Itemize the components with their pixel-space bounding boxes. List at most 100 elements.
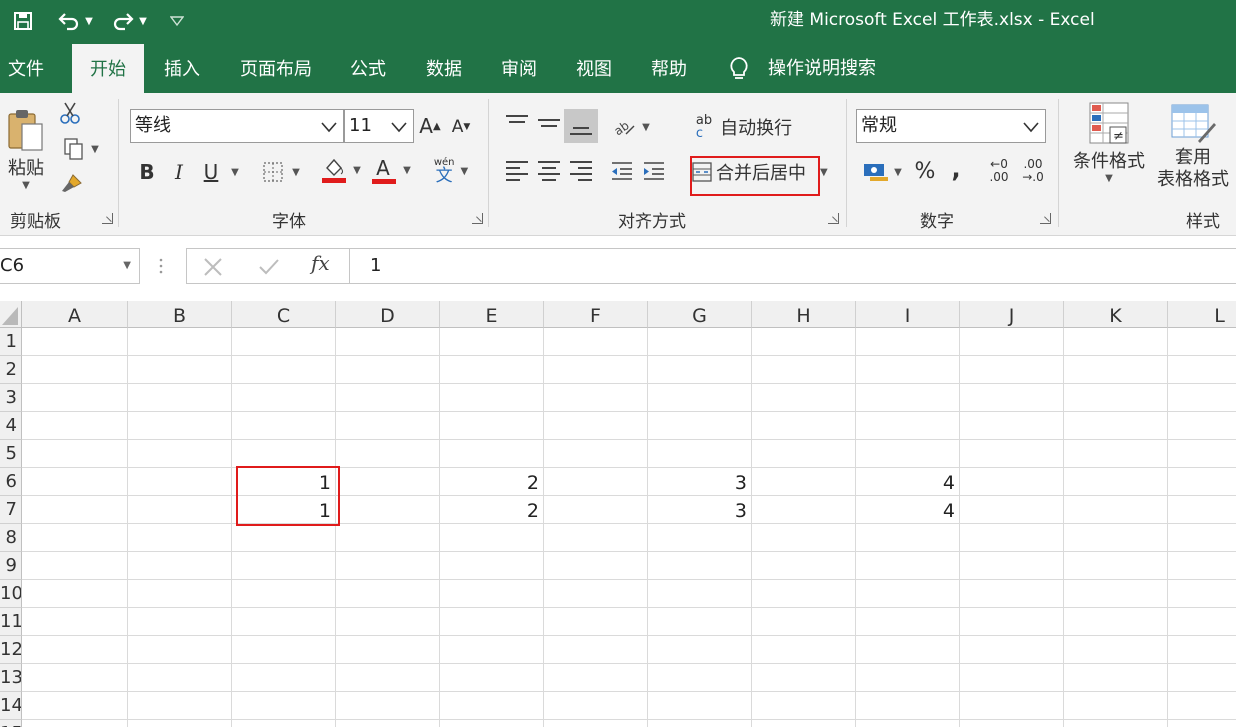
wrap-text-button[interactable]: ab c 自动换行	[688, 111, 800, 143]
column-header-d[interactable]: D	[336, 301, 440, 328]
insert-function-icon[interactable]: fx	[311, 251, 330, 275]
cancel-icon[interactable]	[201, 255, 225, 279]
tab-insert[interactable]: 插入	[164, 44, 200, 93]
tab-page-layout[interactable]: 页面布局	[240, 44, 312, 93]
group-divider	[488, 99, 489, 227]
cell-e6[interactable]: 2	[440, 468, 544, 496]
customize-quick-access-icon[interactable]	[166, 8, 188, 34]
column-header-b[interactable]: B	[128, 301, 232, 328]
column-header-e[interactable]: E	[440, 301, 544, 328]
column-header-i[interactable]: I	[856, 301, 960, 328]
cell-i7[interactable]: 4	[856, 496, 960, 524]
worksheet-grid[interactable]: A B C D E F G H I J K L 1 2 3 4 5 6 7 8 …	[0, 301, 1236, 727]
column-header-g[interactable]: G	[648, 301, 752, 328]
row-header[interactable]: 1	[0, 328, 22, 356]
cut-button[interactable]	[58, 99, 82, 127]
cell-g7[interactable]: 3	[648, 496, 752, 524]
font-size-dropdown[interactable]: 11	[344, 109, 414, 143]
comma-style-button[interactable]: ,	[946, 153, 966, 185]
select-all-button[interactable]	[0, 301, 22, 328]
cell-g6[interactable]: 3	[648, 468, 752, 496]
tab-data[interactable]: 数据	[426, 44, 462, 93]
tell-me-search[interactable]: 操作说明搜索	[728, 44, 876, 93]
row-header[interactable]: 8	[0, 524, 22, 552]
row-header[interactable]: 3	[0, 384, 22, 412]
orientation-button[interactable]: ab ▼	[608, 113, 654, 141]
column-header-a[interactable]: A	[22, 301, 128, 328]
row-header[interactable]: 15	[0, 720, 22, 727]
gridline	[439, 328, 440, 727]
row-header[interactable]: 11	[0, 608, 22, 636]
formula-input[interactable]: 1	[350, 248, 1236, 284]
column-header-c[interactable]: C	[232, 301, 336, 328]
borders-button[interactable]: ▼	[258, 157, 304, 187]
bold-button[interactable]: B	[136, 157, 158, 187]
decrease-decimal-button[interactable]: .00 →.0	[1016, 155, 1050, 187]
alignment-launcher-icon[interactable]	[828, 213, 839, 224]
number-launcher-icon[interactable]	[1040, 213, 1051, 224]
increase-indent-button[interactable]	[640, 157, 668, 185]
cell-e7[interactable]: 2	[440, 496, 544, 524]
row-header[interactable]: 14	[0, 692, 22, 720]
column-header-l[interactable]: L	[1168, 301, 1236, 328]
copy-button[interactable]: ▼	[58, 135, 104, 163]
name-box[interactable]: C6 ▼	[0, 248, 140, 284]
tab-home[interactable]: 开始	[72, 44, 144, 93]
tab-help[interactable]: 帮助	[651, 44, 687, 93]
tab-formulas[interactable]: 公式	[350, 44, 386, 93]
redo-button[interactable]: ▼	[106, 8, 152, 34]
undo-button[interactable]: ▼	[52, 8, 98, 34]
formula-bar-splitter[interactable]	[158, 254, 164, 278]
tab-file[interactable]: 文件	[8, 44, 44, 93]
decrease-indent-button[interactable]	[608, 157, 636, 185]
align-center-icon[interactable]	[538, 161, 560, 185]
row-header[interactable]: 9	[0, 552, 22, 580]
phonetic-guide-button[interactable]: wén 文 ▼	[428, 155, 474, 187]
percent-style-button[interactable]: %	[912, 155, 938, 187]
gridline	[335, 328, 336, 727]
middle-align-icon[interactable]	[538, 119, 560, 131]
align-left-icon[interactable]	[506, 161, 528, 185]
decrease-font-size-button[interactable]: A ▼	[450, 113, 472, 141]
bottom-align-button[interactable]	[564, 109, 598, 143]
increase-font-size-button[interactable]: A ▲	[418, 111, 442, 141]
column-header-h[interactable]: H	[752, 301, 856, 328]
row-header[interactable]: 10	[0, 580, 22, 608]
font-launcher-icon[interactable]	[472, 213, 483, 224]
row-header[interactable]: 5	[0, 440, 22, 468]
align-right-icon[interactable]	[570, 161, 592, 185]
save-icon[interactable]	[10, 8, 36, 34]
column-header-f[interactable]: F	[544, 301, 648, 328]
cell-i6[interactable]: 4	[856, 468, 960, 496]
format-painter-button[interactable]	[58, 169, 86, 197]
chevron-down-icon	[321, 122, 337, 133]
tab-view[interactable]: 视图	[576, 44, 612, 93]
paste-button[interactable]: 粘贴 ▼	[4, 101, 48, 197]
row-header[interactable]: 4	[0, 412, 22, 440]
formula-bar: C6 ▼ fx 1	[0, 236, 1236, 301]
column-header-j[interactable]: J	[960, 301, 1064, 328]
font-name-dropdown[interactable]: 等线	[130, 109, 344, 143]
underline-dropdown[interactable]: ▼	[228, 157, 242, 187]
format-as-table-button[interactable]: 套用 表格格式	[1150, 101, 1236, 197]
italic-button[interactable]: I	[168, 157, 190, 187]
row-header[interactable]: 7	[0, 496, 22, 524]
conditional-formatting-button[interactable]: ≠ 条件格式 ▼	[1068, 101, 1150, 197]
row-header[interactable]: 13	[0, 664, 22, 692]
increase-decimal-button[interactable]: ←0.00	[982, 155, 1016, 187]
number-format-dropdown[interactable]: 常规	[856, 109, 1046, 143]
gridline	[22, 355, 1236, 356]
column-header-k[interactable]: K	[1064, 301, 1168, 328]
font-color-button[interactable]: A ▼	[368, 153, 414, 187]
row-header[interactable]: 2	[0, 356, 22, 384]
clipboard-launcher-icon[interactable]	[102, 213, 113, 224]
fill-color-button[interactable]: ▼	[318, 153, 364, 187]
row-header[interactable]: 12	[0, 636, 22, 664]
tab-review[interactable]: 审阅	[501, 44, 537, 93]
row-header[interactable]: 6	[0, 468, 22, 496]
top-align-icon[interactable]	[506, 115, 528, 127]
accounting-format-button[interactable]: ▼	[858, 157, 906, 187]
underline-button[interactable]: U	[198, 157, 224, 187]
enter-icon[interactable]	[257, 255, 281, 279]
lightbulb-icon	[730, 56, 748, 79]
